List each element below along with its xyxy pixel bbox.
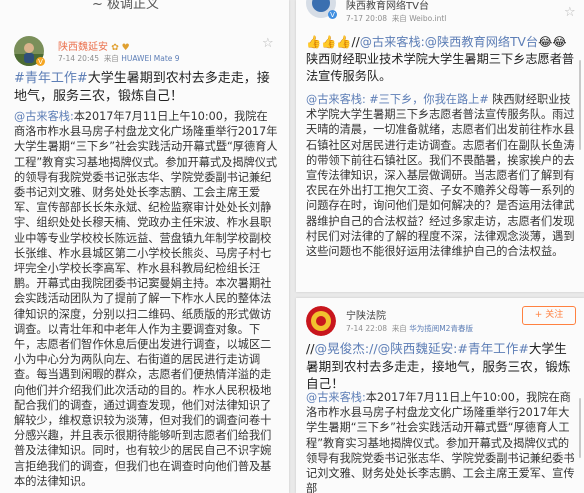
weibo-post-right-top: V 陕西教育网络TV台 7-17 20:08 来自 Weibo.intl ☆ 👍… xyxy=(296,0,584,292)
post-meta: 7-14 20:45 来自 HUAWEI Mate 9 xyxy=(58,54,180,63)
post-meta: 7-14 22:08 来自 华为揽阅M2青春版 xyxy=(346,324,473,333)
member-badges: ✿ ♥ xyxy=(111,43,130,53)
mention-link[interactable]: @古来客栈: xyxy=(306,391,366,404)
svg-text:V: V xyxy=(330,11,335,19)
scrollbar[interactable] xyxy=(579,398,581,458)
svg-text:V: V xyxy=(38,58,43,66)
court-emblem-icon xyxy=(306,306,336,336)
weibo-post-left: ~ 极调正义 V 陕西魏延安 ✿ ♥ 7-14 20:45 来自 HUAWEI … xyxy=(0,0,289,493)
topic-tag[interactable]: #青年工作# xyxy=(457,341,528,356)
verified-v-badge-icon: V xyxy=(328,10,337,19)
favorite-star-icon[interactable]: ☆ xyxy=(262,36,274,51)
mention-chain-link[interactable]: @古来客栈:@陕西教育网络TV台 xyxy=(360,35,538,49)
post-headline: #青年工作#大学生暑期到农村去多走走，接地气，服务三农，锻炼自己！ xyxy=(14,71,270,104)
mention-chain-link[interactable]: //@陕西魏延安: xyxy=(369,341,457,356)
scrollbar[interactable] xyxy=(579,60,581,150)
follow-button[interactable]: + 关注 xyxy=(522,306,576,325)
author-avatar[interactable] xyxy=(306,306,336,336)
verified-v-badge-icon: V xyxy=(36,57,45,66)
forward-text: 👍👍👍//@古来客栈:@陕西教育网络TV台😂😂陕西财经职业技术学院大学生暑期三下… xyxy=(306,35,575,83)
topic-tag[interactable]: #三下乡，你我在路上# xyxy=(369,93,488,106)
weibo-post-right-bottom: 宁陕法院 7-14 22:08 来自 华为揽阅M2青春版 + 关注 //@晃俊杰… xyxy=(296,298,584,493)
original-post-body: @古来客栈: #三下乡，你我在路上# 陕西财经职业技术学院大学生暑期三下乡志愿者… xyxy=(306,93,575,259)
post-meta: 7-17 20:08 来自 Weibo.intl xyxy=(346,14,447,23)
cut-off-header: ~ 极调正义 xyxy=(92,0,160,12)
mention-link[interactable]: @古来客栈: xyxy=(306,93,366,106)
original-post-body: @古来客栈:本2017年7月11日上午10:00，我院在商洛市柞水县马房子村盘龙… xyxy=(306,391,575,493)
mention-link[interactable]: @晃俊杰: xyxy=(315,341,370,356)
favorite-star-icon[interactable]: ☆ xyxy=(564,5,576,20)
topic-tag[interactable]: #青年工作# xyxy=(14,71,88,86)
mention-link[interactable]: @古来客栈: xyxy=(14,110,74,123)
author-name[interactable]: 宁陕法院 xyxy=(346,307,386,322)
forward-text: //@晃俊杰://@陕西魏延安:#青年工作#大学生暑期到农村去多走走，接地气，服… xyxy=(306,341,571,391)
original-post-body: @古来客栈:本2017年7月11日上午10:00，我院在商洛市柞水县马房子村盘龙… xyxy=(14,110,278,488)
author-name[interactable]: 陕西魏延安 ✿ ♥ xyxy=(58,38,130,53)
author-name[interactable]: 陕西教育网络TV台 xyxy=(346,0,429,12)
